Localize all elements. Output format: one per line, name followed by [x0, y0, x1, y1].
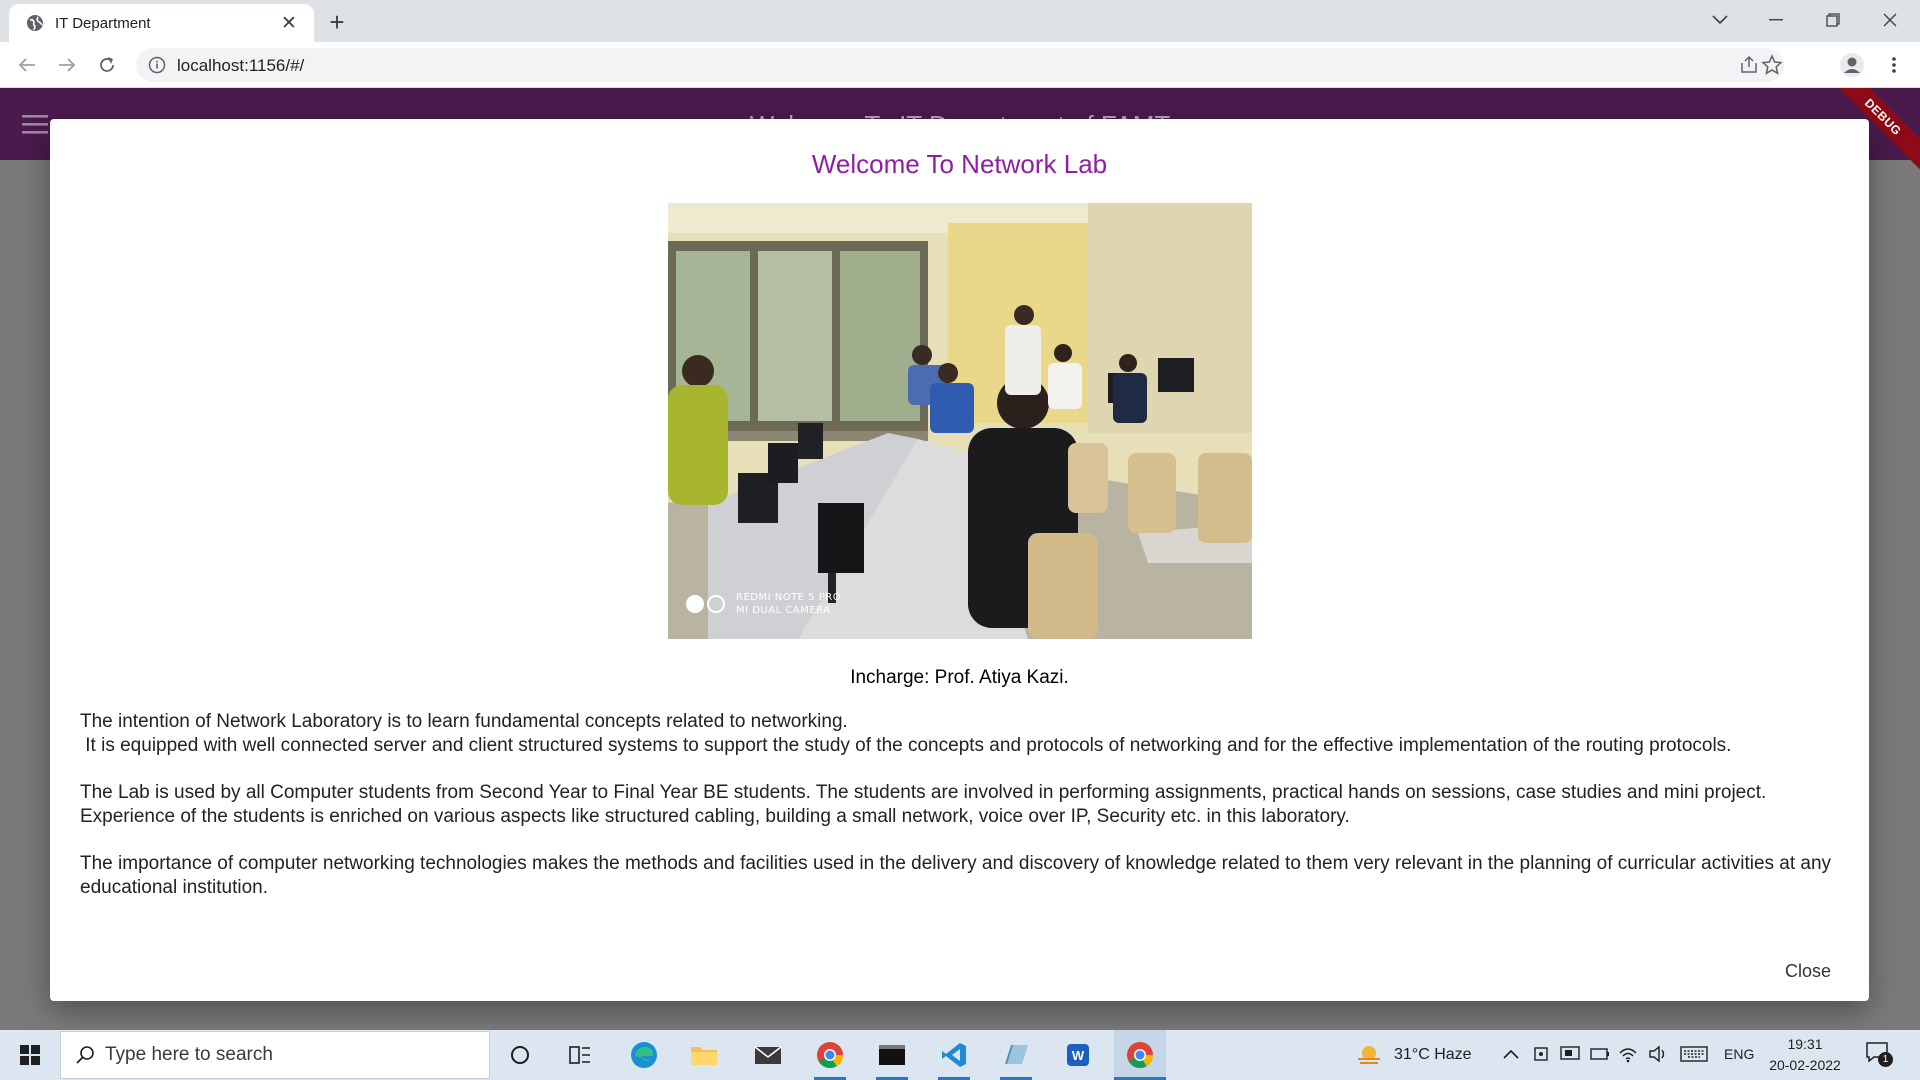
search-placeholder: Type here to search	[105, 1044, 273, 1065]
bookmark-star-icon[interactable]	[1761, 54, 1783, 76]
reload-icon	[100, 57, 114, 72]
language-indicator[interactable]: ENG	[1724, 1046, 1754, 1062]
url-text: localhost:1156/#/	[177, 56, 305, 75]
mail-app[interactable]	[742, 1030, 794, 1080]
cortana-button[interactable]	[494, 1030, 546, 1080]
lab-photo-illustration	[668, 203, 1252, 639]
lab-incharge: Incharge: Prof. Atiya Kazi.	[850, 667, 1069, 688]
close-icon	[1883, 13, 1897, 27]
windows-logo-icon	[20, 1045, 40, 1065]
watermark-line-2: MI DUAL CAMERA	[736, 605, 831, 616]
window-close-button[interactable]	[1862, 0, 1918, 40]
clock-date: 20-02-2022	[1769, 1057, 1841, 1073]
browser-menu-button[interactable]	[1878, 49, 1910, 81]
kebab-menu-icon	[1892, 57, 1896, 73]
clock-time: 19:31	[1787, 1036, 1823, 1052]
minimize-icon	[1769, 19, 1783, 21]
android-studio-app[interactable]	[990, 1030, 1042, 1080]
new-tab-button[interactable]: +	[322, 7, 352, 37]
restore-button[interactable]	[1805, 0, 1861, 40]
tab-search-button[interactable]	[1692, 0, 1748, 40]
watermark-line-1: REDMI NOTE 5 PRO	[736, 592, 842, 603]
battery-icon[interactable]	[1590, 1047, 1610, 1061]
start-button[interactable]	[4, 1030, 56, 1080]
weather-haze-icon[interactable]	[1356, 1043, 1382, 1067]
device-icon[interactable]	[1560, 1045, 1580, 1063]
edge-icon	[631, 1042, 657, 1068]
mail-icon	[754, 1046, 782, 1064]
keyboard-icon[interactable]	[1680, 1046, 1708, 1062]
svg-text:W: W	[1072, 1048, 1085, 1063]
camera-watermark: REDMI NOTE 5 PRO MI DUAL CAMERA	[686, 591, 841, 617]
forward-arrow-icon	[59, 58, 76, 72]
browser-tabstrip: IT Department ✕ +	[0, 0, 1920, 42]
back-button[interactable]	[11, 49, 43, 81]
camera-lens-icon	[707, 595, 725, 613]
chevron-up-icon[interactable]	[1503, 1049, 1519, 1059]
volume-icon[interactable]	[1648, 1045, 1668, 1063]
camera-lens-icon	[686, 595, 704, 613]
reload-button[interactable]	[91, 49, 123, 81]
taskbar-clock[interactable]: 19:31 20-02-2022	[1760, 1034, 1850, 1076]
forward-button[interactable]	[51, 49, 83, 81]
info-icon[interactable]	[148, 56, 166, 74]
chrome-icon	[1127, 1042, 1154, 1069]
terminal-app[interactable]	[866, 1030, 918, 1080]
edge-app[interactable]	[618, 1030, 670, 1080]
description-paragraph-2: The Lab is used by all Computer students…	[80, 782, 1772, 827]
cortana-circle-icon	[511, 1046, 529, 1064]
terminal-icon	[879, 1045, 905, 1065]
chevron-down-icon	[1712, 15, 1728, 25]
file-explorer-app[interactable]	[678, 1030, 730, 1080]
search-icon	[76, 1046, 94, 1064]
folder-icon	[691, 1047, 717, 1065]
tab-close-icon[interactable]: ✕	[278, 12, 300, 34]
word-icon: W	[1067, 1044, 1089, 1066]
taskbar-search[interactable]: Type here to search	[60, 1031, 490, 1079]
description-paragraph-3: The importance of computer networking te…	[80, 853, 1837, 898]
weather-text[interactable]: 31°C Haze	[1394, 1046, 1472, 1064]
profile-button[interactable]	[1836, 49, 1868, 81]
globe-icon	[27, 15, 43, 31]
vscode-app[interactable]	[928, 1030, 980, 1080]
app-window-icon	[1005, 1044, 1028, 1065]
app-viewport: Welcome To IT Department of FAMT DEBUG W…	[0, 88, 1920, 1030]
task-view-button[interactable]	[554, 1030, 606, 1080]
tab-title: IT Department	[55, 14, 151, 32]
close-button[interactable]: Close	[1785, 961, 1831, 982]
lab-dialog: Welcome To Network Lab REDMI NOTE 5 PRO …	[50, 119, 1869, 1001]
dialog-title: Welcome To Network Lab	[811, 149, 1108, 179]
wifi-icon[interactable]	[1618, 1045, 1638, 1063]
task-view-icon	[569, 1046, 590, 1064]
chrome-app-1[interactable]	[804, 1030, 856, 1080]
network-lab-photo: REDMI NOTE 5 PRO MI DUAL CAMERA	[668, 203, 1252, 639]
browser-tab[interactable]: IT Department ✕	[9, 4, 314, 42]
chrome-app-2[interactable]	[1114, 1030, 1166, 1080]
back-arrow-icon	[18, 58, 35, 72]
browser-toolbar: localhost:1156/#/	[0, 42, 1920, 88]
word-app[interactable]: W	[1052, 1030, 1104, 1080]
notification-center-button[interactable]: 1	[1866, 1042, 1894, 1068]
restore-icon	[1826, 13, 1840, 27]
meet-now-icon[interactable]	[1533, 1045, 1549, 1063]
camera-watermark-text: REDMI NOTE 5 PRO MI DUAL CAMERA	[736, 591, 841, 617]
description-paragraph-1: The intention of Network Laboratory is t…	[80, 711, 1732, 756]
minimize-button[interactable]	[1748, 0, 1804, 40]
chrome-icon	[817, 1042, 844, 1069]
address-bar[interactable]: localhost:1156/#/	[136, 48, 1784, 82]
avatar-icon	[1840, 53, 1864, 77]
vscode-icon	[942, 1043, 966, 1067]
notification-badge: 1	[1878, 1052, 1893, 1067]
windows-taskbar: Type here to search W 31°C Haze ENG 19:3…	[0, 1030, 1920, 1080]
share-icon[interactable]	[1739, 55, 1759, 75]
